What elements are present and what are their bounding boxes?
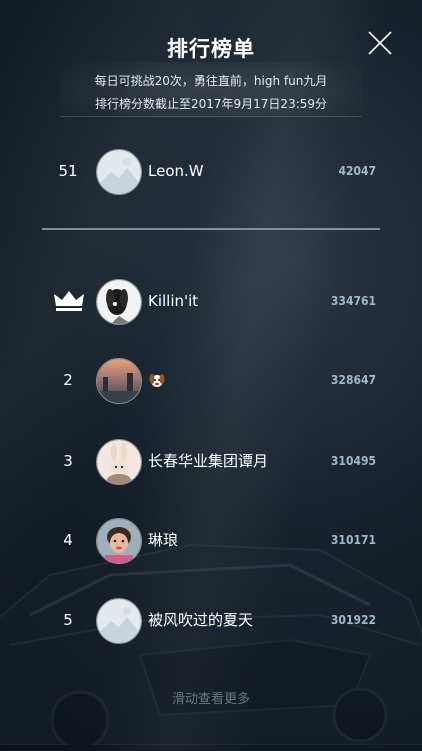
player-name: 长春华业集团谭月: [148, 452, 269, 470]
subtitle-deadline-info: 排行榜分数截止至2017年9月17日23:59分: [94, 97, 328, 111]
dog-emoji-icon: [149, 374, 165, 387]
player-name: 琳琅: [148, 531, 179, 549]
divider: [42, 228, 380, 230]
avatar: [96, 358, 142, 404]
player-rank: 4: [63, 531, 73, 549]
player-score: 310495: [330, 454, 376, 468]
bunny-avatar-image: [97, 440, 141, 484]
player-rank: 3: [63, 452, 73, 470]
scroll-hint[interactable]: 滑动查看更多: [0, 688, 422, 707]
default-avatar-icon: [97, 599, 141, 643]
player-rank: 5: [63, 611, 73, 629]
leaderboard-screen: 排行榜单 每日可挑战20次，勇往直前，high fun九月 排行榜分数截止至20…: [0, 0, 422, 751]
leaderboard-row[interactable]: 3 长春华业集团谭月 310495: [0, 436, 422, 486]
avatar: [96, 279, 142, 325]
player-name: Killin'it: [148, 292, 199, 310]
my-rank-row[interactable]: 51 Leon.W 42047: [0, 146, 422, 196]
avatar: [96, 149, 142, 195]
close-icon[interactable]: [366, 29, 394, 57]
avatar: [96, 598, 142, 644]
dog-avatar-image: [97, 280, 141, 324]
player-score: 328647: [330, 373, 376, 387]
leaderboard-row[interactable]: 2 328647: [0, 355, 422, 405]
leaderboard-row[interactable]: 5 被风吹过的夏天 301922: [0, 595, 422, 645]
child-avatar-image: [97, 519, 141, 563]
player-score: 310171: [330, 533, 376, 547]
sunset-avatar-image: [97, 359, 141, 403]
my-rank-name: Leon.W: [148, 162, 204, 180]
avatar: [96, 518, 142, 564]
subtitle-challenge-info: 每日可挑战20次，勇往直前，high fun九月: [94, 74, 328, 88]
player-name: 被风吹过的夏天: [148, 611, 254, 629]
leaderboard-row[interactable]: 4 琳琅 310171: [0, 515, 422, 565]
crown-icon: [54, 291, 84, 311]
avatar: [96, 439, 142, 485]
player-score: 334761: [330, 294, 376, 308]
player-score: 301922: [330, 613, 376, 627]
default-avatar-icon: [97, 150, 141, 194]
my-rank-score: 42047: [338, 164, 376, 178]
my-rank-number: 51: [58, 162, 78, 180]
player-rank: 2: [63, 371, 73, 389]
page-title: 排行榜单: [167, 37, 255, 61]
leaderboard-row[interactable]: Killin'it 334761: [0, 276, 422, 326]
